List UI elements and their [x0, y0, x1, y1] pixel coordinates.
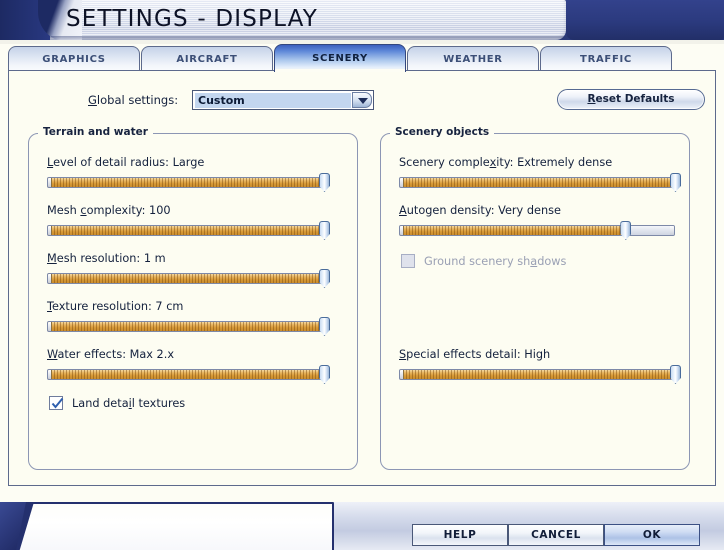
scenery-objects-group: Scenery objects Scenery complexity: Extr… — [380, 126, 690, 470]
checkbox-box[interactable] — [401, 254, 415, 268]
slider-water-effects[interactable] — [47, 365, 330, 384]
slider-track — [47, 321, 324, 332]
slider-autogen-density[interactable] — [399, 221, 675, 240]
label-texture-resolution: Texture resolution: 7 cm — [47, 300, 184, 313]
slider-texture-resolution[interactable] — [47, 317, 330, 336]
slider-mesh-complexity[interactable] — [47, 221, 330, 240]
slider-track — [47, 225, 324, 236]
slider-thumb[interactable] — [319, 365, 330, 384]
tab-graphics[interactable]: GRAPHICS — [8, 46, 140, 72]
slider-cap-left — [48, 370, 52, 379]
tab-traffic[interactable]: TRAFFIC — [540, 46, 672, 72]
slider-thumb[interactable] — [620, 221, 632, 240]
row-mesh-complexity: Mesh complexity: 100 — [47, 204, 330, 240]
slider-mesh-resolution[interactable] — [47, 269, 330, 288]
slider-track — [399, 177, 675, 188]
label-special-effects-detail: Special effects detail: High — [399, 348, 551, 361]
checkbox-box[interactable] — [49, 396, 64, 410]
slider-thumb[interactable] — [319, 269, 330, 288]
slider-cap-left — [48, 274, 52, 283]
slider-track — [399, 225, 675, 236]
slider-fill — [48, 178, 323, 187]
label-autogen-density: Autogen density: Very dense — [399, 204, 561, 217]
slider-thumb[interactable] — [670, 365, 681, 384]
slider-fill — [400, 226, 625, 235]
slider-thumb[interactable] — [319, 221, 330, 240]
chevron-down-icon[interactable] — [352, 92, 372, 108]
slider-cap-right — [670, 226, 674, 235]
slider-fill — [400, 178, 674, 187]
row-scenery-complexity: Scenery complexity: Extremely dense — [399, 156, 681, 192]
row-level-of-detail-radius: Level of detail radius: Large — [47, 156, 330, 192]
slider-fill — [48, 322, 323, 331]
row-water-effects: Water effects: Max 2.x — [47, 348, 330, 384]
slider-thumb[interactable] — [319, 317, 330, 336]
scenery-objects-title: Scenery objects — [390, 126, 495, 138]
slider-track — [47, 273, 324, 284]
slider-fill — [48, 226, 323, 235]
terrain-and-water-group: Terrain and water Level of detail radius… — [28, 126, 358, 470]
label-mesh-resolution: Mesh resolution: 1 m — [47, 252, 166, 265]
slider-scenery-complexity[interactable] — [399, 173, 681, 192]
slider-cap-left — [48, 226, 52, 235]
checkbox-ground-scenery-shadows[interactable]: Ground scenery shadows — [401, 254, 566, 268]
title-bar-right-cap — [566, 0, 724, 40]
reset-defaults-button[interactable]: Reset Defaults — [557, 89, 705, 110]
global-settings-dropdown[interactable]: Custom — [192, 90, 374, 110]
checkbox-label-ground-scenery-shadows: Ground scenery shadows — [424, 254, 567, 268]
slider-cap-left — [400, 178, 404, 187]
slider-cap-left — [48, 322, 52, 331]
slider-cap-left — [400, 370, 404, 379]
cancel-button[interactable]: CANCEL — [508, 524, 604, 546]
label-scenery-complexity: Scenery complexity: Extremely dense — [399, 156, 613, 169]
slider-track — [399, 369, 675, 380]
slider-fill — [48, 274, 323, 283]
slider-track — [47, 369, 324, 380]
global-settings-label: Global settings: — [88, 93, 179, 107]
ok-button[interactable]: OK — [604, 524, 700, 546]
slider-thumb[interactable] — [319, 173, 330, 192]
tab-aircraft[interactable]: AIRCRAFT — [141, 46, 273, 72]
slider-fill — [48, 370, 323, 379]
label-mesh-complexity: Mesh complexity: 100 — [47, 204, 171, 217]
row-autogen-density: Autogen density: Very dense — [399, 204, 675, 240]
label-water-effects: Water effects: Max 2.x — [47, 348, 175, 361]
tab-weather[interactable]: WEATHER — [407, 46, 539, 72]
tab-scenery[interactable]: SCENERY — [274, 44, 406, 72]
slider-thumb[interactable] — [670, 173, 681, 192]
label-level-of-detail-radius: Level of detail radius: Large — [47, 156, 205, 169]
terrain-and-water-title: Terrain and water — [38, 126, 153, 138]
page-title: SETTINGS - DISPLAY — [66, 6, 319, 32]
slider-fill — [400, 370, 674, 379]
bottom-bar-left-plate — [0, 502, 334, 550]
active-tab-seam — [275, 69, 405, 72]
tab-strip: GRAPHICS AIRCRAFT SCENERY WEATHER TRAFFI… — [0, 44, 724, 72]
row-texture-resolution: Texture resolution: 7 cm — [47, 300, 330, 336]
slider-level-of-detail-radius[interactable] — [47, 173, 330, 192]
row-mesh-resolution: Mesh resolution: 1 m — [47, 252, 330, 288]
slider-cap-left — [400, 226, 404, 235]
checkbox-land-detail-textures[interactable]: Land detail textures — [49, 396, 185, 410]
slider-cap-left — [48, 178, 52, 187]
global-settings-value: Custom — [195, 93, 351, 108]
checkbox-label-land-detail-textures: Land detail textures — [72, 396, 186, 410]
slider-track — [47, 177, 324, 188]
slider-special-effects-detail[interactable] — [399, 365, 681, 384]
row-special-effects-detail: Special effects detail: High — [399, 348, 681, 384]
help-button[interactable]: HELP — [412, 524, 508, 546]
title-bar: SETTINGS - DISPLAY — [0, 0, 724, 42]
